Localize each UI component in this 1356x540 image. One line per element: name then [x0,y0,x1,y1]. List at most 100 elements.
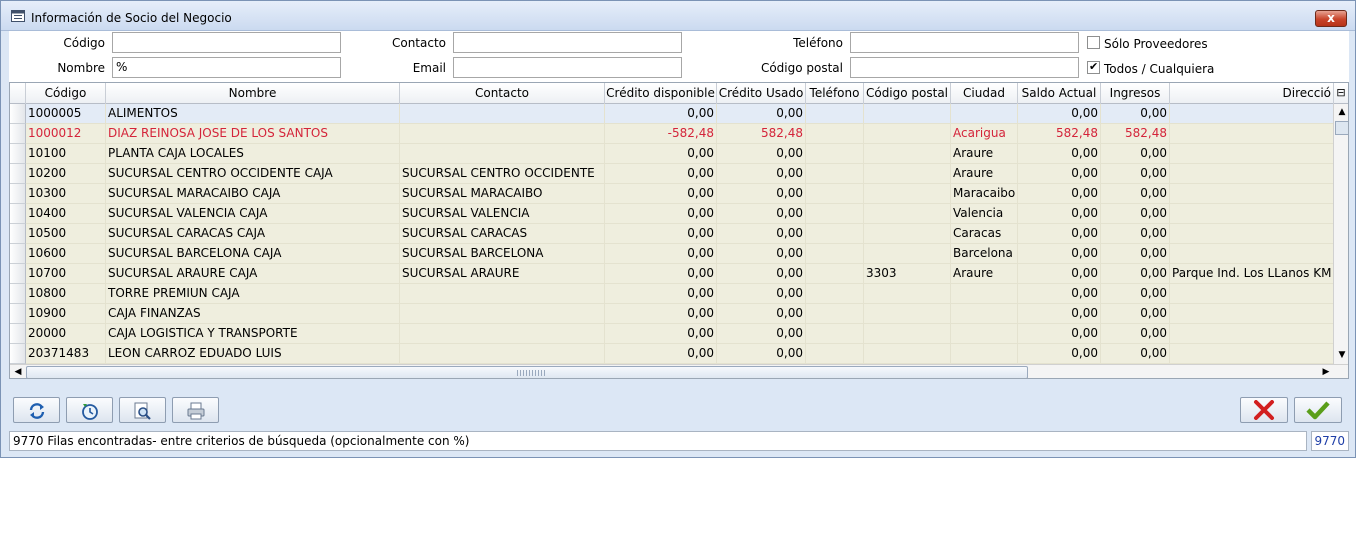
col-credito-disponible[interactable]: Crédito disponible [605,83,717,104]
cell-credito-disponible[interactable]: 0,00 [605,204,717,224]
cell-credito-usado[interactable]: 0,00 [717,324,806,344]
cell-ingresos[interactable]: 0,00 [1101,244,1170,264]
cell-contacto[interactable]: SUCURSAL VALENCIA [400,204,605,224]
cell-ciudad[interactable]: Caracas [951,224,1018,244]
cell-telefono[interactable] [806,164,864,184]
col-contacto[interactable]: Contacto [400,83,605,104]
cell-codigo-postal[interactable] [864,244,951,264]
cell-contacto[interactable]: SUCURSAL ARAURE [400,264,605,284]
cell-direccion[interactable] [1170,344,1334,364]
cell-codigo[interactable]: 10700 [26,264,106,284]
cell-credito-usado[interactable]: 0,00 [717,164,806,184]
cell-nombre[interactable]: SUCURSAL ARAURE CAJA [106,264,400,284]
cell-codigo-postal[interactable] [864,224,951,244]
cell-codigo[interactable]: 10500 [26,224,106,244]
cell-direccion[interactable] [1170,224,1334,244]
vertical-scrollbar[interactable]: ▲ ▼ [1333,104,1348,364]
cell-ciudad[interactable] [951,304,1018,324]
cell-direccion[interactable] [1170,104,1334,124]
cell-telefono[interactable] [806,104,864,124]
cell-credito-usado[interactable]: 0,00 [717,144,806,164]
codigo-input[interactable] [112,32,341,53]
cell-codigo[interactable]: 10800 [26,284,106,304]
cell-codigo[interactable]: 10400 [26,204,106,224]
cell-ingresos[interactable]: 0,00 [1101,144,1170,164]
cell-saldo-actual[interactable]: 0,00 [1018,184,1101,204]
cell-telefono[interactable] [806,204,864,224]
cell-credito-disponible[interactable]: 0,00 [605,144,717,164]
table-row[interactable]: 10600 SUCURSAL BARCELONA CAJA SUCURSAL BAR… [10,244,1334,264]
cell-nombre[interactable]: SUCURSAL CENTRO OCCIDENTE CAJA [106,164,400,184]
cell-direccion[interactable] [1170,324,1334,344]
col-codigo[interactable]: Código [26,83,106,104]
cell-ciudad[interactable]: Valencia [951,204,1018,224]
table-row[interactable]: 20371483 LEON CARROZ EDUADO LUIS 0,00 0,00 0… [10,344,1334,364]
cell-ingresos[interactable]: 0,00 [1101,304,1170,324]
cell-credito-usado[interactable]: 0,00 [717,204,806,224]
cell-credito-disponible[interactable]: 0,00 [605,104,717,124]
row-selector[interactable] [10,124,26,144]
cell-ingresos[interactable]: 0,00 [1101,344,1170,364]
cell-credito-disponible[interactable]: 0,00 [605,244,717,264]
cell-ciudad[interactable] [951,344,1018,364]
cell-contacto[interactable]: SUCURSAL CENTRO OCCIDENTE [400,164,605,184]
cell-nombre[interactable]: SUCURSAL VALENCIA CAJA [106,204,400,224]
cell-nombre[interactable]: ALIMENTOS [106,104,400,124]
cell-saldo-actual[interactable]: 0,00 [1018,264,1101,284]
cell-ciudad[interactable]: Maracaibo [951,184,1018,204]
cell-credito-disponible[interactable]: 0,00 [605,264,717,284]
cell-codigo[interactable]: 10200 [26,164,106,184]
col-codigo-postal[interactable]: Código postal [864,83,951,104]
cell-saldo-actual[interactable]: 0,00 [1018,144,1101,164]
codigo-postal-input[interactable] [850,57,1079,78]
cell-credito-disponible[interactable]: 0,00 [605,164,717,184]
row-selector[interactable] [10,244,26,264]
cell-saldo-actual[interactable]: 0,00 [1018,204,1101,224]
cell-telefono[interactable] [806,304,864,324]
cell-ingresos[interactable]: 0,00 [1101,184,1170,204]
cell-codigo[interactable]: 20371483 [26,344,106,364]
cell-contacto[interactable] [400,304,605,324]
table-row[interactable]: 10800 TORRE PREMIUN CAJA 0,00 0,00 0,00 0,00 [10,284,1334,304]
zoom-button[interactable] [119,397,166,423]
cell-ciudad[interactable]: Araure [951,164,1018,184]
cell-ciudad[interactable] [951,104,1018,124]
cell-credito-disponible[interactable]: 0,00 [605,284,717,304]
nombre-input[interactable]: % [112,57,341,78]
cell-codigo[interactable]: 10100 [26,144,106,164]
cell-telefono[interactable] [806,284,864,304]
cell-codigo-postal[interactable] [864,144,951,164]
cell-nombre[interactable]: CAJA LOGISTICA Y TRANSPORTE [106,324,400,344]
cell-direccion[interactable]: Parque Ind. Los LLanos KM 1 [1170,264,1334,284]
cell-codigo-postal[interactable] [864,104,951,124]
cell-codigo-postal[interactable] [864,304,951,324]
col-ingresos[interactable]: Ingresos [1101,83,1170,104]
cell-contacto[interactable]: SUCURSAL BARCELONA [400,244,605,264]
telefono-input[interactable] [850,32,1079,53]
cell-telefono[interactable] [806,264,864,284]
cell-ingresos[interactable]: 0,00 [1101,284,1170,304]
cell-nombre[interactable]: CAJA FINANZAS [106,304,400,324]
cell-credito-disponible[interactable]: -582,48 [605,124,717,144]
cell-codigo[interactable]: 1000005 [26,104,106,124]
cell-saldo-actual[interactable]: 0,00 [1018,224,1101,244]
cell-nombre[interactable]: DIAZ REINOSA JOSE DE LOS SANTOS [106,124,400,144]
cell-ciudad[interactable]: Araure [951,264,1018,284]
cell-credito-usado[interactable]: 0,00 [717,264,806,284]
row-selector[interactable] [10,144,26,164]
cell-contacto[interactable]: SUCURSAL MARACAIBO [400,184,605,204]
cell-saldo-actual[interactable]: 582,48 [1018,124,1101,144]
cell-contacto[interactable] [400,324,605,344]
cell-credito-usado[interactable]: 582,48 [717,124,806,144]
cell-contacto[interactable] [400,144,605,164]
cell-telefono[interactable] [806,244,864,264]
contacto-input[interactable] [453,32,682,53]
cell-ingresos[interactable]: 582,48 [1101,124,1170,144]
cell-codigo-postal[interactable] [864,124,951,144]
scroll-right-icon[interactable]: ▶ [1318,365,1334,378]
cell-nombre[interactable]: TORRE PREMIUN CAJA [106,284,400,304]
cell-codigo-postal[interactable] [864,204,951,224]
column-chooser-icon[interactable]: ⊟ [1334,85,1348,101]
cell-codigo-postal[interactable]: 3303 [864,264,951,284]
horizontal-scroll-thumb[interactable] [26,366,1028,378]
